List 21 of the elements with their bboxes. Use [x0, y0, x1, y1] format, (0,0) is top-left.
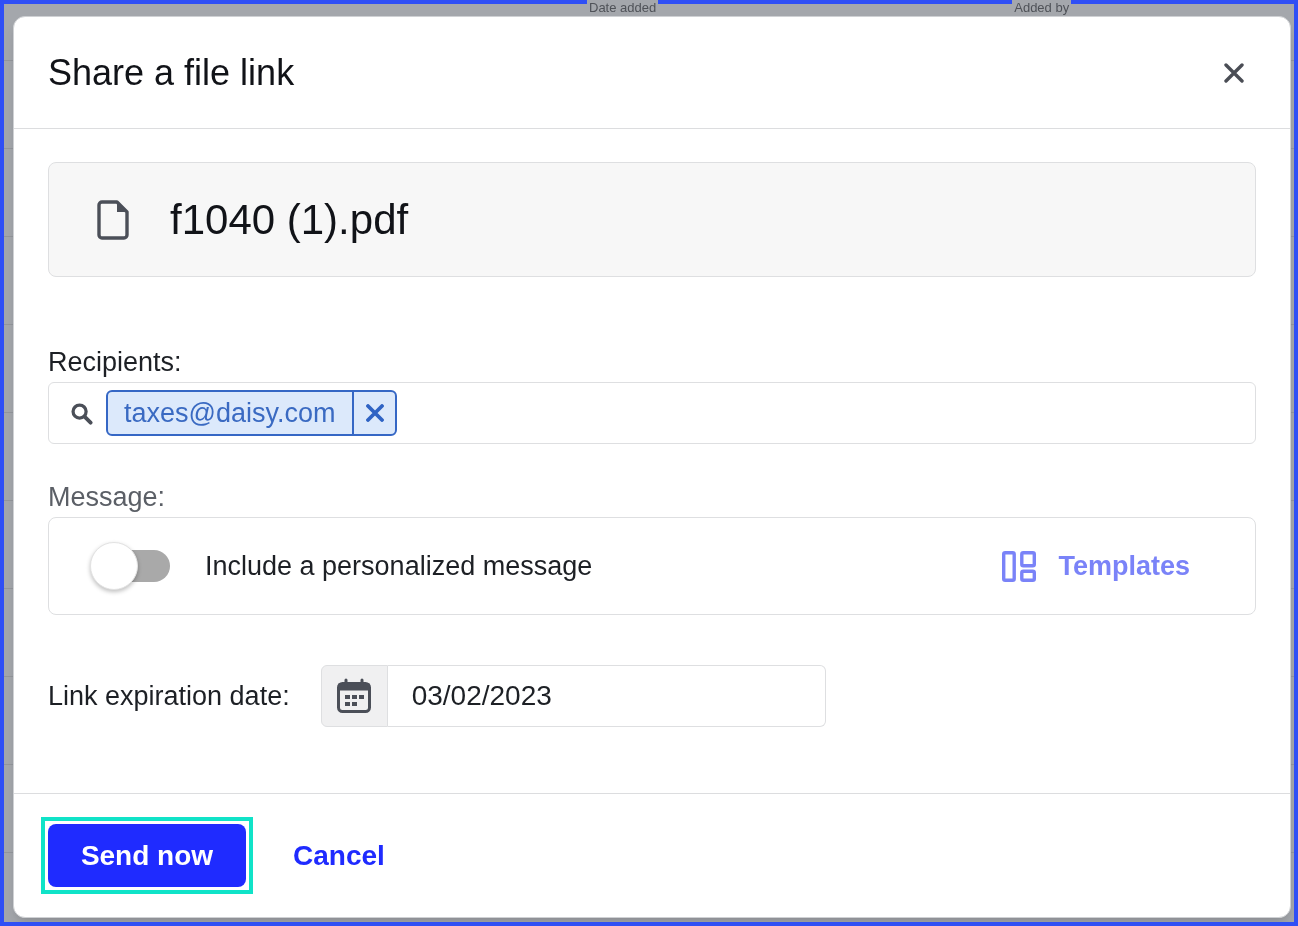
templates-icon: [1002, 550, 1037, 582]
remove-icon: [366, 404, 384, 422]
dialog-title: Share a file link: [48, 50, 295, 95]
recipients-field[interactable]: taxes@daisy.com: [48, 382, 1256, 444]
file-name: f1040 (1).pdf: [170, 194, 409, 245]
close-icon: [1224, 62, 1244, 83]
send-button[interactable]: Send now: [48, 824, 246, 887]
toggle-switch[interactable]: [90, 542, 170, 590]
recipient-email: taxes@daisy.com: [123, 397, 337, 429]
recipients-label: Recipients:: [48, 346, 183, 378]
column-header: Added by: [1012, 0, 1072, 15]
search-icon: [70, 401, 93, 425]
column-header: Date added: [587, 0, 659, 15]
file-icon: [97, 199, 129, 240]
date-input[interactable]: 03/02/2023: [387, 665, 826, 727]
calendar-button[interactable]: [320, 665, 388, 727]
expiration-label: Link expiration date:: [48, 680, 290, 712]
toggle-label: Include a personalized message: [205, 550, 593, 582]
message-label: Message:: [48, 481, 167, 513]
calendar-icon: [336, 678, 373, 714]
cancel-button[interactable]: Cancel: [293, 838, 385, 873]
